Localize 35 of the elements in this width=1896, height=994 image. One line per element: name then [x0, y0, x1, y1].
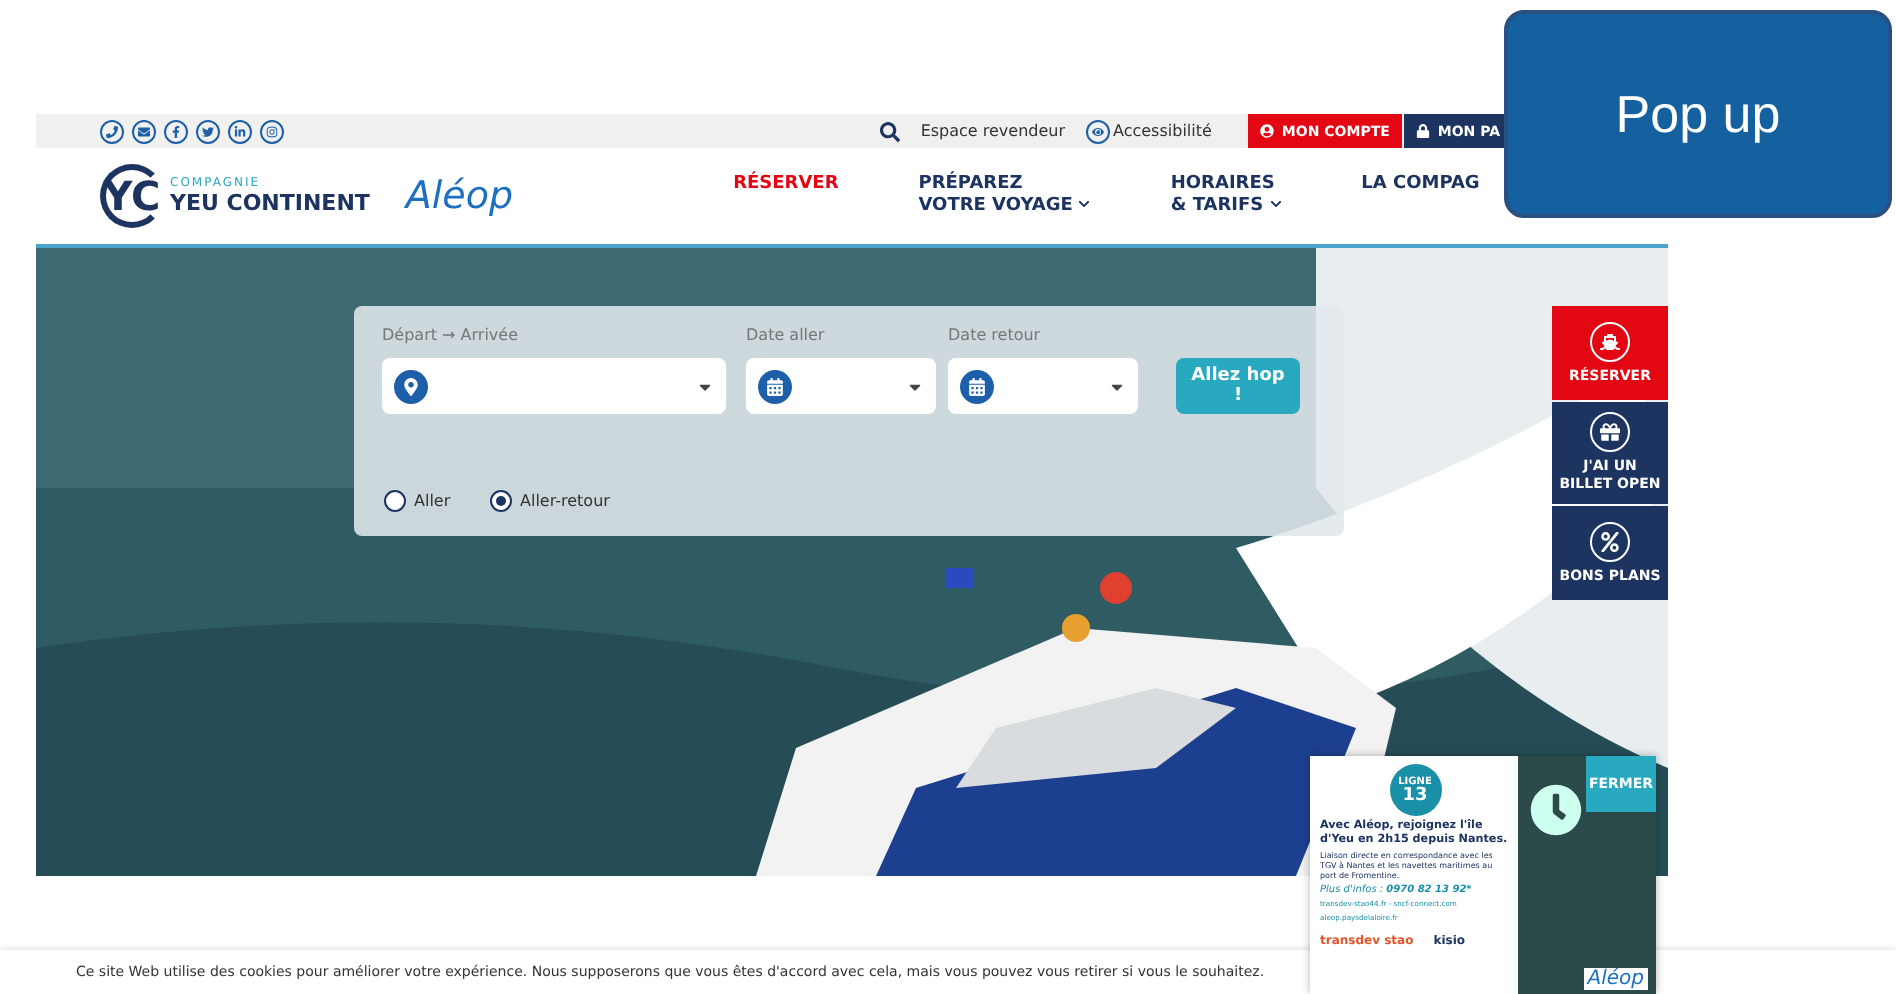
field-label: Date retour [948, 326, 1041, 344]
date-select[interactable] [746, 358, 936, 414]
brand-logo: Aléop [1583, 968, 1648, 990]
calendar-icon [758, 369, 792, 403]
brand-name: YEU CONTINENT [170, 189, 370, 215]
clock-icon [1530, 784, 1582, 836]
calendar-icon [960, 369, 994, 403]
route-select[interactable] [382, 358, 726, 414]
partner-logo[interactable]: Aléop [405, 173, 514, 217]
phone-icon[interactable] [100, 119, 124, 143]
nav-link[interactable]: PRÉPAREZ VOTRE VOYAGE [918, 173, 1091, 217]
twitter-icon[interactable] [196, 119, 220, 143]
instagram-icon[interactable] [260, 119, 284, 143]
ship-icon [1590, 321, 1630, 361]
linkedin-icon[interactable] [228, 119, 252, 143]
reseller-link[interactable]: Espace revendeur [920, 122, 1065, 140]
nav-link[interactable]: LA COMPAG [1361, 173, 1480, 195]
mail-icon[interactable] [132, 119, 156, 143]
trip-radio[interactable]: Aller-retour [490, 490, 610, 512]
date-select[interactable] [948, 358, 1138, 414]
nav-link[interactable]: HORAIRES & TARIFS [1170, 173, 1282, 217]
user-icon [1259, 124, 1274, 138]
field-label: Date aller [746, 326, 825, 344]
percent-icon [1590, 521, 1630, 561]
map-pin-icon [394, 369, 428, 403]
trip-radio[interactable]: Aller [384, 490, 451, 512]
accessibility-link[interactable]: Accessibilité [1113, 122, 1212, 140]
eye-icon[interactable] [1085, 119, 1109, 143]
lock-icon [1415, 124, 1430, 138]
annotation-label: Pop up [1615, 83, 1781, 145]
gift-icon [1590, 412, 1630, 452]
field-label: Départ → Arrivée [382, 326, 518, 344]
search-icon[interactable] [880, 121, 901, 141]
nav-link[interactable]: RÉSERVER [733, 173, 839, 195]
facebook-icon[interactable] [164, 119, 188, 143]
